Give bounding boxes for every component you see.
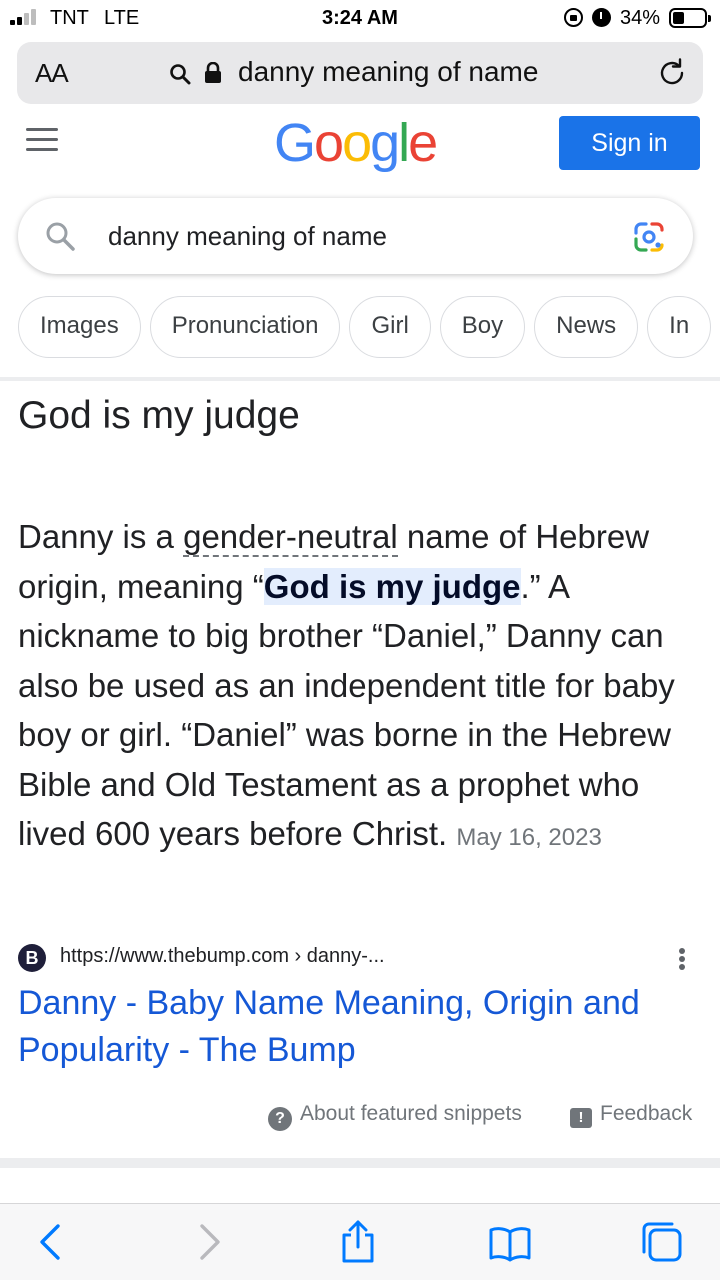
address-bar[interactable]: AA danny meaning of name	[17, 42, 703, 104]
search-icon	[170, 64, 191, 85]
logo-letter: e	[408, 113, 438, 173]
url-field[interactable]: danny meaning of name	[238, 56, 538, 88]
google-lens-icon[interactable]	[632, 220, 666, 254]
logo-letter: G	[274, 113, 316, 173]
help-icon: ?	[268, 1107, 292, 1131]
google-header: Google Sign in	[0, 113, 720, 180]
browser-toolbar	[0, 1203, 720, 1280]
snippet-highlight: God is my judge	[263, 567, 521, 605]
battery-icon	[669, 8, 711, 28]
result-source[interactable]: B https://www.thebump.com › danny-...	[18, 942, 708, 972]
feedback-icon: !	[570, 1108, 592, 1128]
rotation-lock-icon	[564, 8, 583, 27]
snippet-text: Danny is a gender-neutral name of Hebrew…	[18, 512, 708, 863]
chip-boy[interactable]: Boy	[439, 296, 526, 358]
search-input[interactable]: danny meaning of name	[108, 221, 387, 252]
snippet-answer: God is my judge	[18, 394, 300, 437]
menu-icon[interactable]	[26, 128, 60, 152]
share-icon[interactable]	[336, 1220, 380, 1264]
snippet-footer: ? About featured snippets ! Feedback	[0, 1098, 720, 1134]
snippet-date: May 16, 2023	[456, 824, 602, 851]
logo-letter: g	[370, 113, 400, 173]
back-icon[interactable]	[30, 1220, 74, 1264]
logo-letter: o	[314, 113, 344, 173]
more-options-icon[interactable]	[674, 944, 690, 974]
alarm-icon	[592, 8, 611, 27]
chip-pronunciation[interactable]: Pronunciation	[149, 296, 341, 358]
divider	[0, 1158, 720, 1168]
snippet-text-part: .” A nickname to big brother “Daniel,” D…	[18, 567, 675, 853]
site-favicon: B	[18, 944, 46, 972]
about-label: About featured snippets	[300, 1102, 522, 1125]
forward-icon[interactable]	[186, 1220, 230, 1264]
filter-chips: Images Pronunciation Girl Boy News In	[18, 296, 720, 360]
definition-link[interactable]: gender-neutral	[183, 518, 398, 557]
battery-percent: 34%	[620, 7, 661, 29]
divider	[0, 377, 720, 381]
chip-images[interactable]: Images	[18, 296, 141, 358]
search-box[interactable]: danny meaning of name	[18, 198, 693, 274]
text-size-button[interactable]: AA	[35, 58, 69, 89]
reload-icon[interactable]	[657, 58, 687, 88]
sign-in-button[interactable]: Sign in	[559, 116, 700, 170]
status-bar: TNT LTE 3:24 AM 34%	[0, 0, 720, 36]
tabs-icon[interactable]	[640, 1220, 684, 1264]
feedback-link[interactable]: ! Feedback	[570, 1102, 692, 1128]
lock-icon	[205, 62, 221, 83]
chip-girl[interactable]: Girl	[349, 296, 431, 358]
about-featured-snippets-link[interactable]: ? About featured snippets	[268, 1102, 522, 1131]
logo-letter: o	[342, 113, 372, 173]
result-url[interactable]: https://www.thebump.com › danny-...	[60, 945, 385, 968]
google-logo[interactable]: Google	[274, 112, 438, 174]
result-title-link[interactable]: Danny - Baby Name Meaning, Origin and Po…	[18, 980, 708, 1074]
logo-letter: l	[398, 113, 410, 173]
chip-in[interactable]: In	[647, 296, 712, 358]
feedback-label: Feedback	[600, 1102, 693, 1125]
bookmarks-icon[interactable]	[488, 1220, 532, 1264]
search-icon	[46, 222, 75, 251]
snippet-text-part: Danny is a	[18, 518, 184, 555]
chip-news[interactable]: News	[534, 296, 639, 358]
